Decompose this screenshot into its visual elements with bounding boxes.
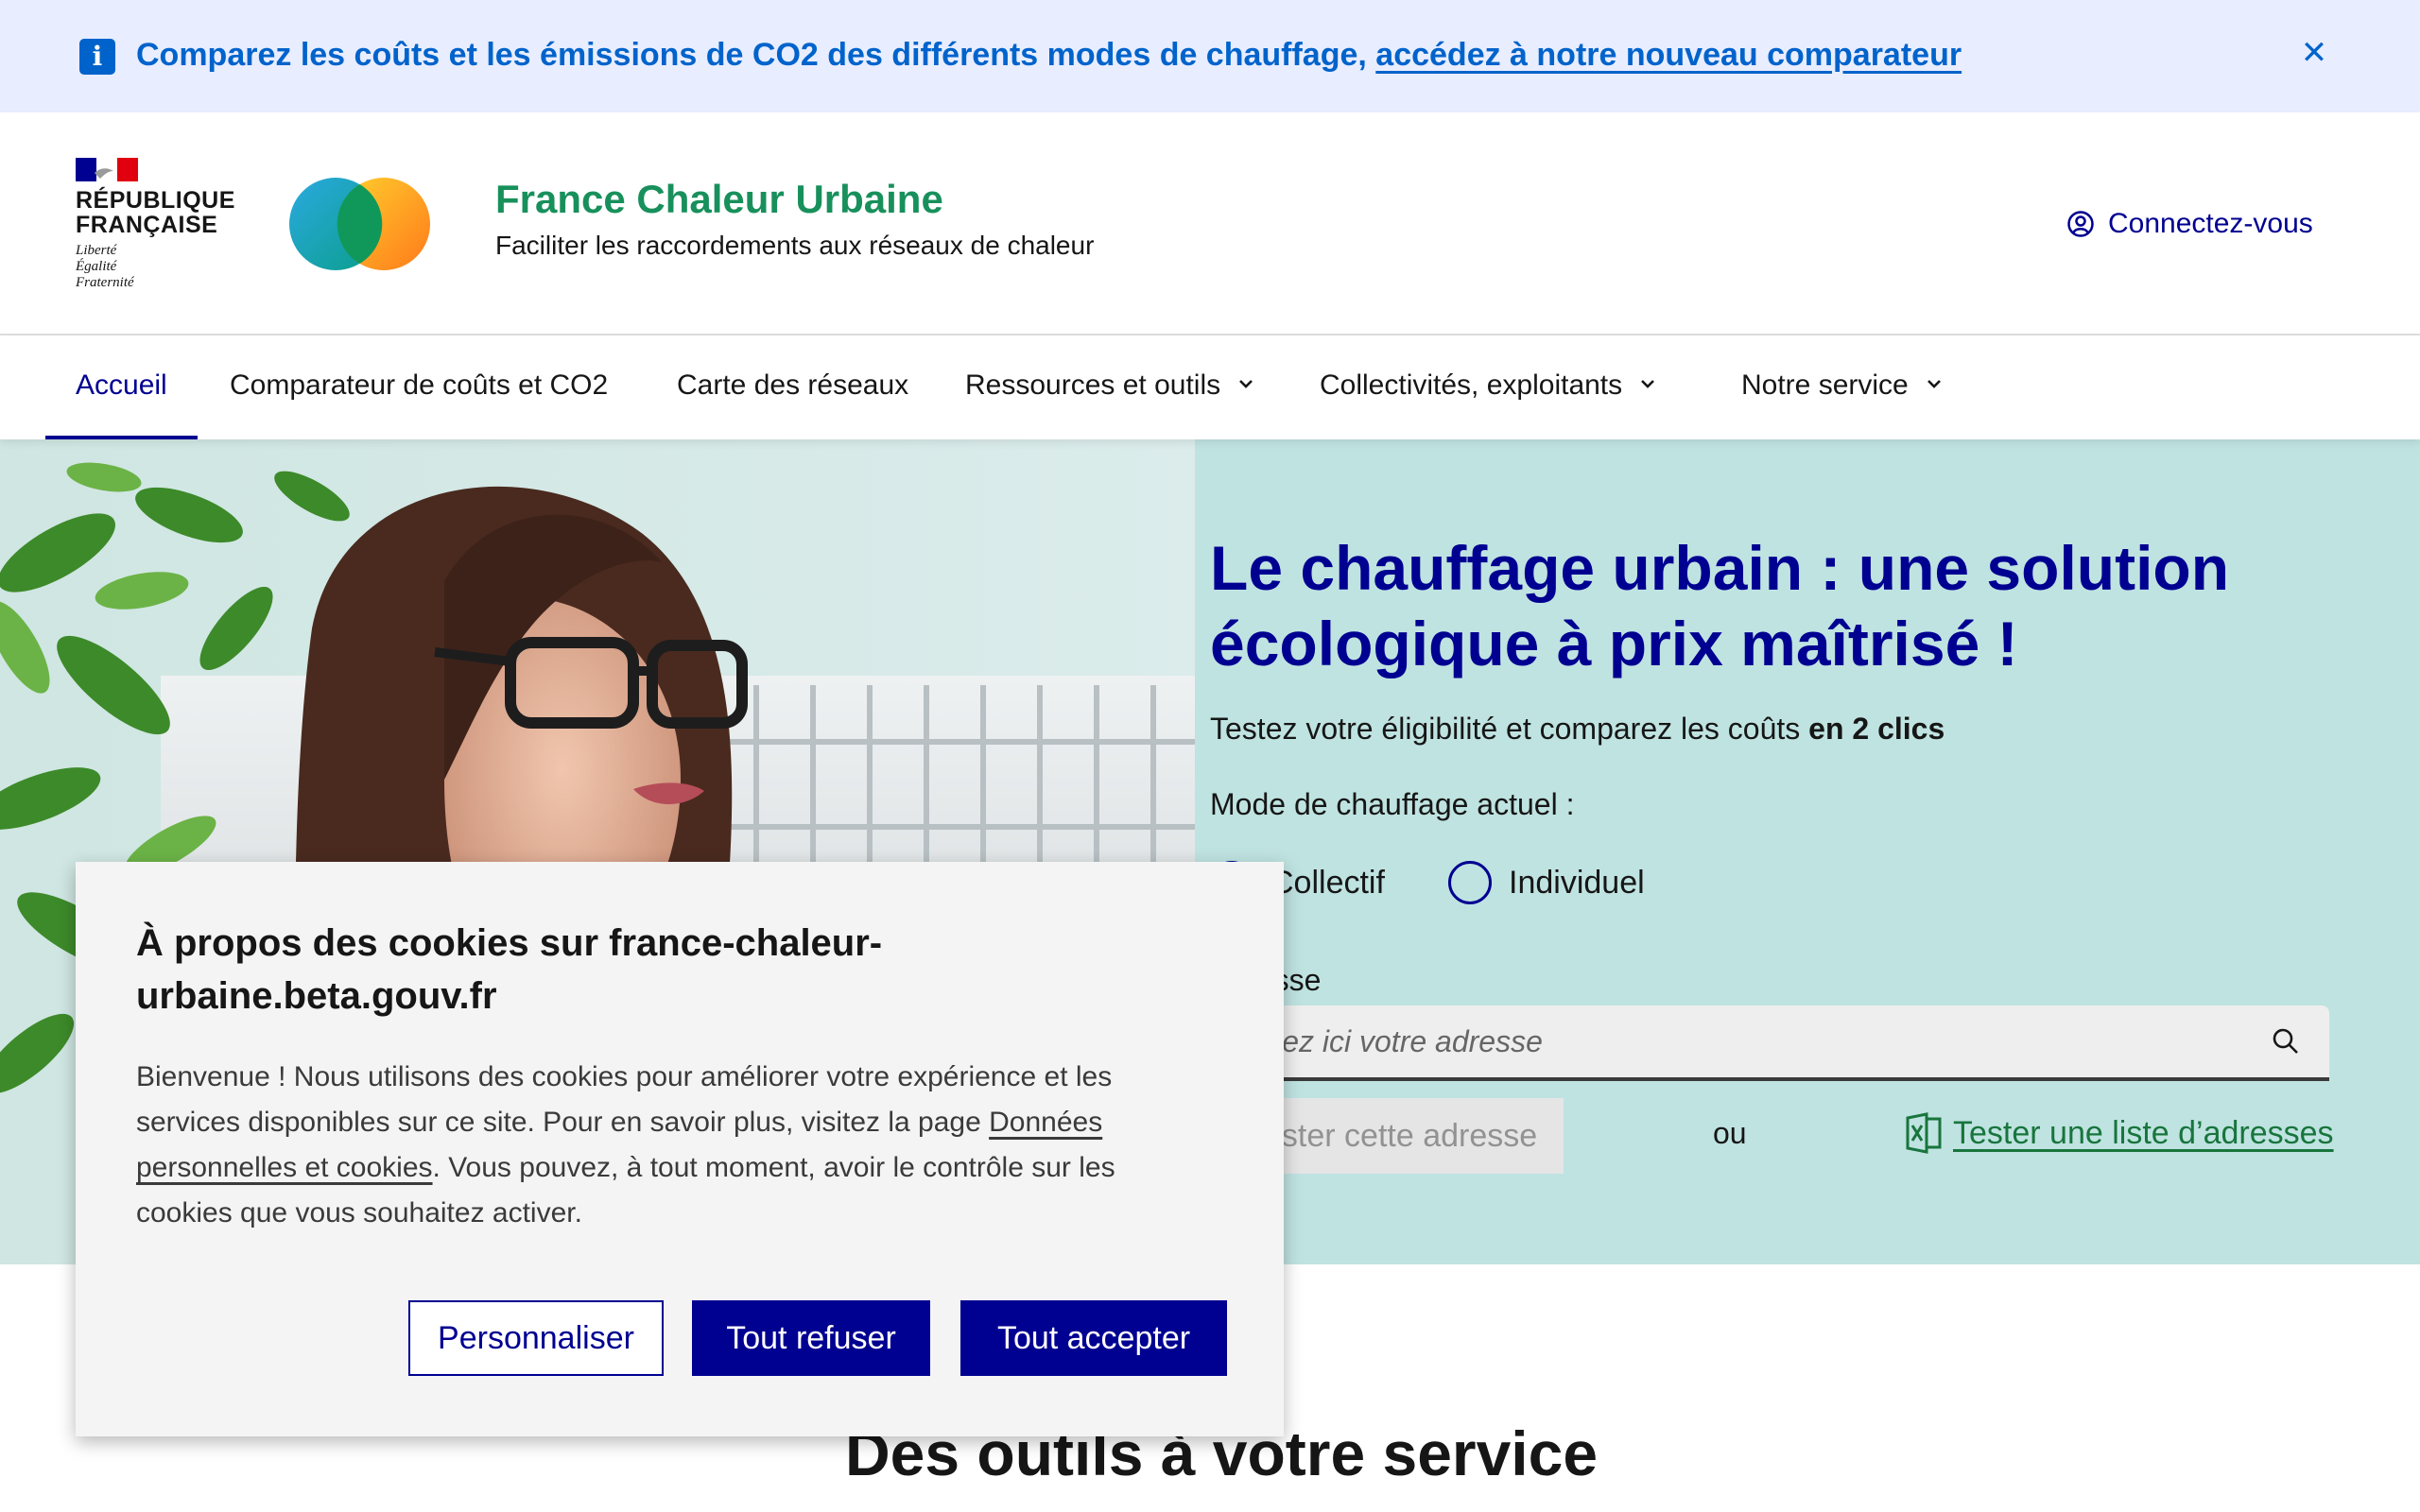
motto-egalite: Égalité <box>76 259 117 274</box>
chevron-down-icon <box>1239 380 1253 388</box>
hero-title: Le chauffage urbain : une solution écolo… <box>1210 533 2230 679</box>
nav-item-carte[interactable]: Carte des réseaux <box>677 335 908 439</box>
cookie-consent-modal: À propos des cookies sur france-chaleur-… <box>76 862 1284 1436</box>
republic-motto: Liberté Égalité Fraternité <box>76 243 134 291</box>
site-title[interactable]: France Chaleur Urbaine <box>495 177 943 222</box>
search-icon[interactable] <box>2271 1026 2301 1057</box>
customize-cookies-button[interactable]: Personnaliser <box>408 1300 664 1376</box>
nav-label: Ressources et outils <box>965 369 1221 401</box>
fcu-logo-icon[interactable] <box>284 175 435 273</box>
heating-mode-label: Mode de chauffage actuel : <box>1210 787 1575 821</box>
nav-label: Comparateur de coûts et CO2 <box>230 369 609 401</box>
radio-collectif-label[interactable]: Collectif <box>1270 857 1385 908</box>
site-header: RÉPUBLIQUE FRANÇAISE Liberté Égalité Fra… <box>0 112 2420 335</box>
republic-line-1: RÉPUBLIQUE <box>76 187 235 214</box>
notice-text: Comparez les coûts et les émissions de C… <box>136 32 1962 77</box>
refuse-all-button[interactable]: Tout refuser <box>692 1300 930 1376</box>
republic-line-2: FRANÇAISE <box>76 212 218 238</box>
accept-all-button[interactable]: Tout accepter <box>960 1300 1227 1376</box>
nav-item-notre-service[interactable]: Notre service <box>1741 335 1945 439</box>
cookie-description: Bienvenue ! Nous utilisons des cookies p… <box>136 1055 1195 1236</box>
motto-liberte: Liberté <box>76 243 117 258</box>
republic-name: RÉPUBLIQUE FRANÇAISE <box>76 188 235 237</box>
user-circle-icon <box>2067 211 2094 237</box>
address-input[interactable] <box>1233 1005 2235 1077</box>
chevron-down-icon <box>1641 380 1655 388</box>
hero-subtitle-text: Testez votre éligibilité et comparez les… <box>1210 712 1809 746</box>
motto-fraternite: Fraternité <box>76 275 134 290</box>
cookie-text-start: Bienvenue ! Nous utilisons des cookies p… <box>136 1061 1113 1138</box>
comparator-link[interactable]: accédez à notre nouveau comparateur <box>1375 37 1962 73</box>
radio-individuel-label[interactable]: Individuel <box>1509 857 1645 908</box>
nav-label: Carte des réseaux <box>677 369 909 401</box>
test-address-list-label: Tester une liste d’adresses <box>1953 1114 2334 1151</box>
nav-item-comparateur[interactable]: Comparateur de coûts et CO2 <box>230 335 608 439</box>
close-icon[interactable]: ✕ <box>2295 28 2333 77</box>
address-search-field[interactable] <box>1210 1005 2329 1081</box>
login-label: Connectez-vous <box>2108 208 2313 239</box>
or-separator: ou <box>1713 1116 1747 1150</box>
login-button[interactable]: Connectez-vous <box>2066 199 2313 249</box>
chevron-down-icon <box>1927 380 1941 388</box>
nav-item-accueil[interactable]: Accueil <box>45 335 198 439</box>
site-tagline: Faciliter les raccordements aux réseaux … <box>495 231 1095 260</box>
nav-item-collectivites[interactable]: Collectivités, exploitants <box>1320 335 1658 439</box>
hero-subtitle: Testez votre éligibilité et comparez les… <box>1210 712 1945 747</box>
marianne-flag-icon <box>76 158 138 181</box>
test-address-list-link[interactable]: Tester une liste d’adresses <box>1904 1112 2334 1154</box>
excel-file-icon <box>1906 1112 1942 1154</box>
notice-message: Comparez les coûts et les émissions de C… <box>136 37 1376 73</box>
radio-individuel[interactable] <box>1448 861 1492 904</box>
main-nav: Accueil Comparateur de coûts et CO2 Cart… <box>0 335 2420 439</box>
nav-item-ressources[interactable]: Ressources et outils <box>965 335 1256 439</box>
nav-label: Notre service <box>1741 369 1909 401</box>
nav-label: Accueil <box>76 369 167 401</box>
notice-banner: i Comparez les coûts et les émissions de… <box>0 0 2420 112</box>
info-icon: i <box>79 39 115 75</box>
heating-mode-radio-group: Collectif Individuel <box>1210 857 1777 908</box>
hero-subtitle-bold: en 2 clics <box>1808 712 1945 746</box>
nav-label: Collectivités, exploitants <box>1320 369 1623 401</box>
cookie-title: À propos des cookies sur france-chaleur-… <box>136 922 883 1017</box>
